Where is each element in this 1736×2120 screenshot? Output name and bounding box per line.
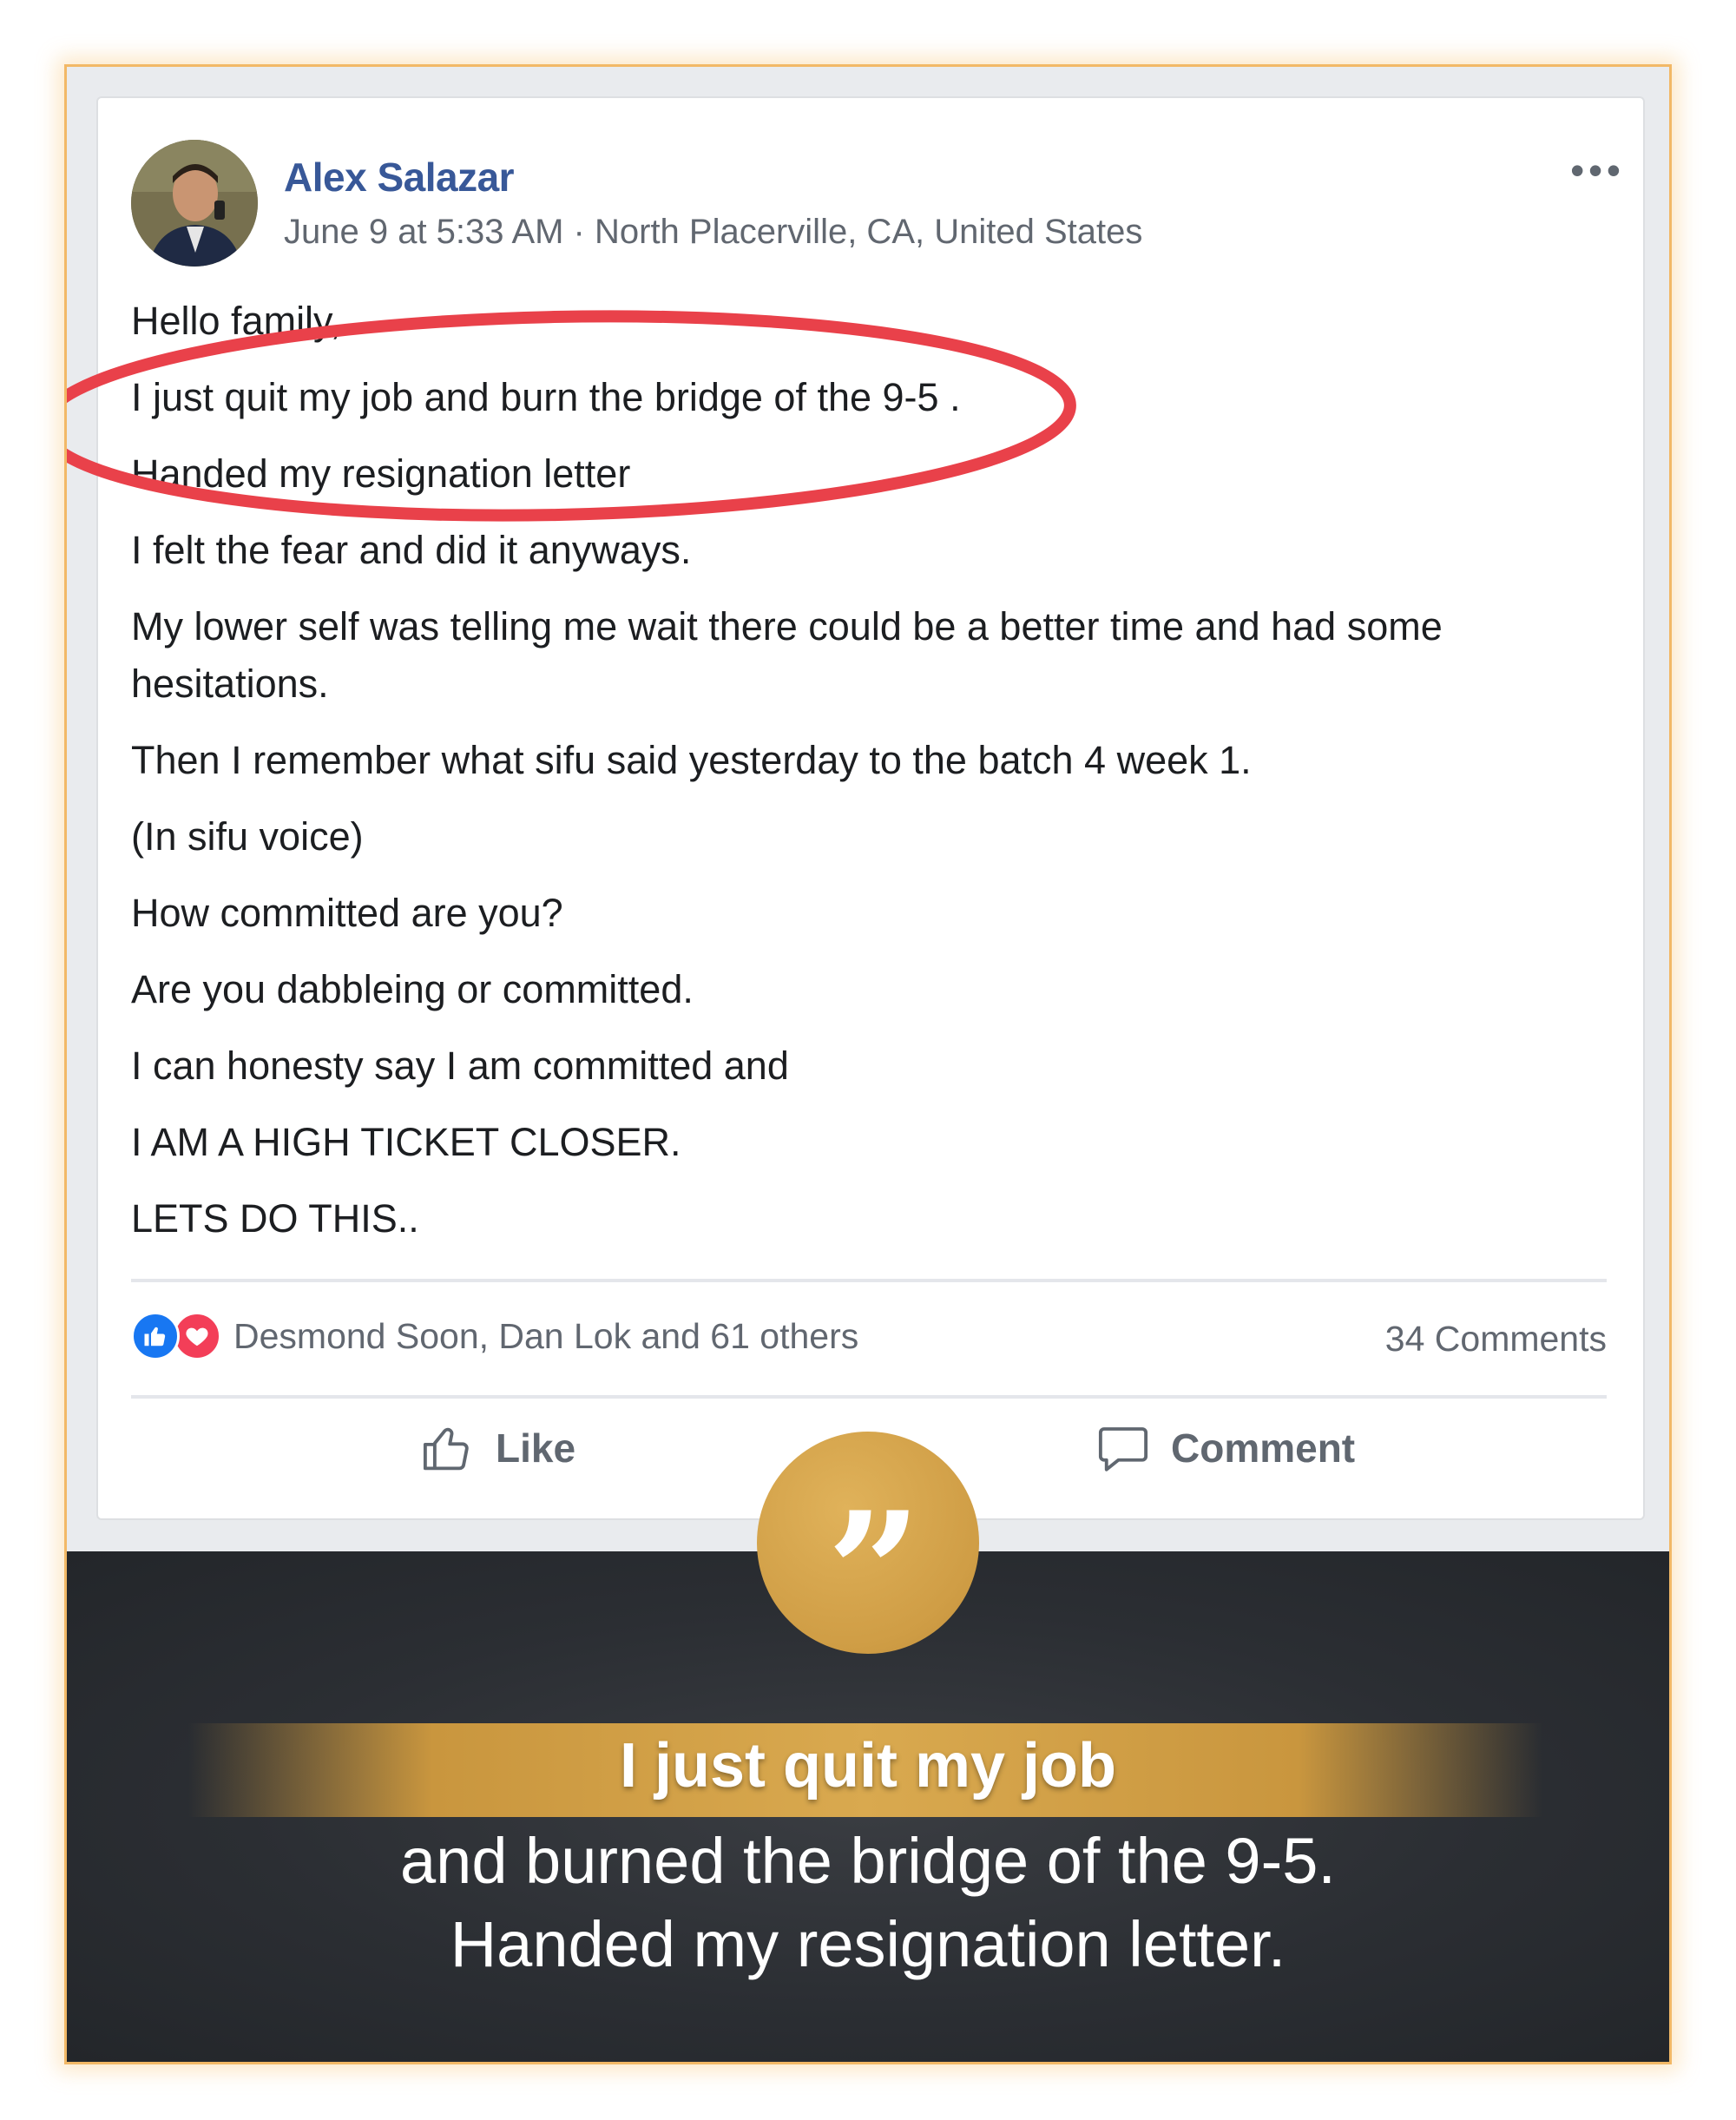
divider [131,1395,1607,1399]
post-line: Handed my resignation letter [131,451,631,496]
author-name[interactable]: Alex Salazar [284,154,515,201]
comments-count-link[interactable]: 34 Comments [1385,1319,1607,1360]
post-line: I can honesty say I am committed and [131,1044,789,1088]
thumbs-up-icon [423,1427,469,1471]
quote-line: and burned the bridge of the 9-5. [400,1825,1336,1897]
quote-headline: I just quit my job [620,1731,1116,1801]
facebook-post: Alex Salazar June 9 at 5:33 AM · North P… [96,96,1645,1520]
post-line: I AM A HIGH TICKET CLOSER. [131,1120,681,1164]
post-line: Are you dabbleing or committed. [131,967,694,1011]
post-line: Hello family, [131,299,341,343]
post-meta: June 9 at 5:33 AM · North Placerville, C… [284,213,1143,251]
testimonial-card: Alex Salazar June 9 at 5:33 AM · North P… [64,64,1672,2064]
reactions-summary[interactable]: Desmond Soon, Dan Lok and 61 others [131,1312,858,1360]
quote-mark-icon: ” [826,1476,921,1669]
comment-bubble-icon [1098,1427,1148,1471]
post-line: (In sifu voice) [131,814,364,859]
comment-button[interactable]: Comment [1095,1419,1355,1477]
more-horizontal-icon[interactable]: • • • [1570,150,1621,190]
reactions-text: Desmond Soon, Dan Lok and 61 others [233,1315,859,1356]
post-line: Then I remember what sifu said yesterday… [131,738,1252,782]
post-text: Hello family, I just quit my job and bur… [131,293,1607,1267]
like-reaction-icon [131,1312,180,1360]
post-line: I just quit my job and burn the bridge o… [131,375,961,419]
post-line: LETS DO THIS.. [131,1196,419,1241]
love-reaction-icon [173,1312,221,1360]
avatar[interactable] [131,140,258,267]
post-line: How committed are you? [131,891,563,935]
post-line: My lower self was telling me wait there … [131,604,1443,706]
quote-badge: ” [757,1432,979,1669]
divider [131,1279,1607,1282]
quote-line: Handed my resignation letter. [450,1908,1286,1980]
like-button[interactable]: Like [419,1419,575,1477]
post-line: I felt the fear and did it anyways. [131,528,692,572]
comment-label: Comment [1171,1425,1356,1471]
like-label: Like [496,1425,576,1471]
